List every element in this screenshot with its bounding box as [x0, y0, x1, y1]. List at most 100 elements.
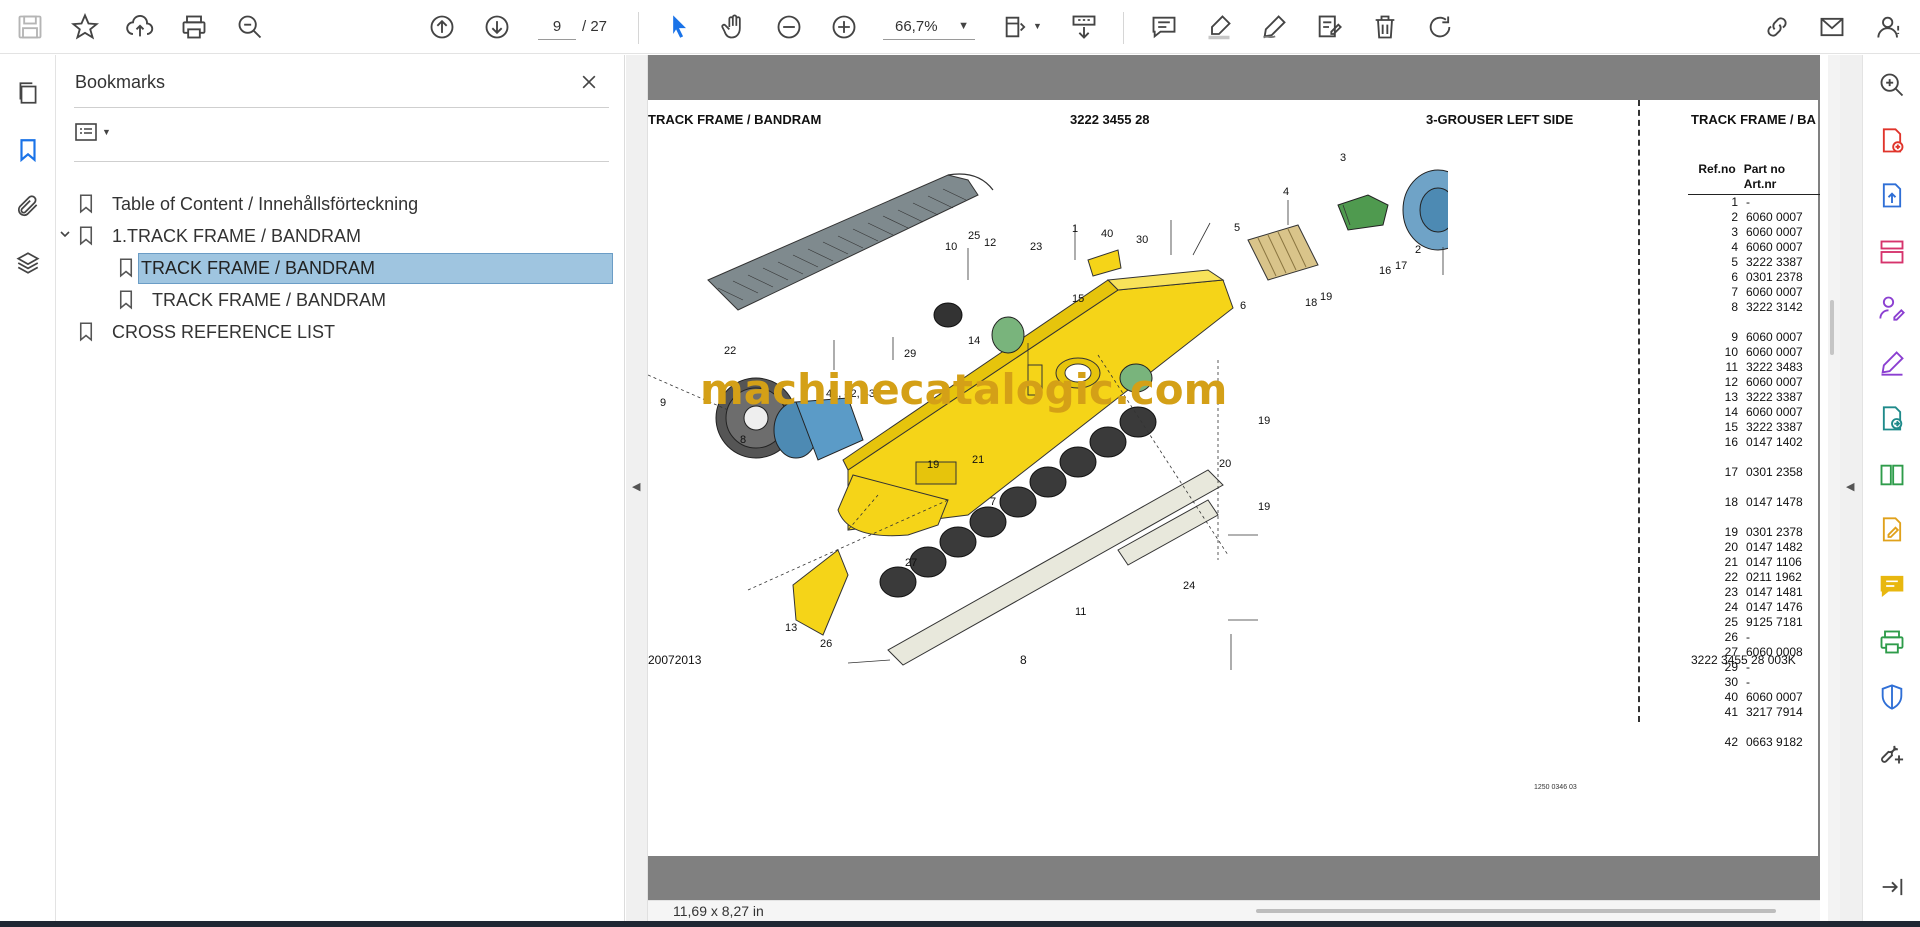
combine-files-icon[interactable]: [1875, 402, 1909, 436]
upload-icon[interactable]: [122, 9, 158, 45]
hand-icon[interactable]: [716, 9, 752, 45]
horizontal-scrollbar[interactable]: [1256, 909, 1776, 913]
zoom-search-icon[interactable]: [1875, 68, 1909, 102]
main-toolbar: / 27 66,7% ▼ ▼: [0, 0, 1920, 54]
search-zoom-icon[interactable]: [232, 9, 268, 45]
part-cell: 3222 3387: [1746, 420, 1803, 434]
ref-cell: 22: [1724, 570, 1738, 584]
callout-label: 6: [1240, 300, 1247, 312]
divider: [74, 107, 609, 108]
idler-illustration: [1402, 169, 1448, 251]
page-up-icon[interactable]: [424, 9, 460, 45]
fill-sign-icon[interactable]: [1311, 9, 1347, 45]
table-row: 10 6060 0007: [1688, 345, 1820, 360]
close-icon[interactable]: [575, 68, 603, 96]
zoom-select[interactable]: 66,7% ▼: [883, 14, 975, 40]
page-down-icon[interactable]: [479, 9, 515, 45]
save-icon[interactable]: [12, 9, 48, 45]
print-icon[interactable]: [176, 9, 212, 45]
draw-icon[interactable]: [1256, 9, 1292, 45]
print-production-icon[interactable]: [1875, 625, 1909, 659]
page-fit-icon[interactable]: [998, 9, 1034, 45]
attachment-icon[interactable]: [10, 188, 46, 224]
mail-icon[interactable]: [1814, 9, 1850, 45]
create-pdf-icon[interactable]: [1875, 124, 1909, 158]
select-icon[interactable]: [661, 9, 697, 45]
comment-icon[interactable]: [1875, 569, 1909, 603]
expand-panel-icon[interactable]: [1875, 870, 1909, 904]
bookmark-options-button[interactable]: ▼: [74, 117, 122, 147]
chevron-down-icon: ▼: [102, 127, 111, 137]
callout-label: 12: [984, 237, 997, 249]
bookmark-icon: [116, 287, 136, 313]
bookmark-label: 1.TRACK FRAME / BANDRAM: [112, 225, 362, 246]
callout-label: 19: [1320, 291, 1333, 303]
share-link-icon[interactable]: [1759, 9, 1795, 45]
part-cell: 0211 1962: [1746, 570, 1802, 584]
callout-label: 14: [968, 335, 981, 347]
protect-icon[interactable]: [1875, 680, 1909, 714]
delete-icon[interactable]: [1367, 9, 1403, 45]
chevron-down-icon[interactable]: ▼: [1033, 21, 1042, 31]
document-viewport[interactable]: TRACK FRAME / BANDRAM 3222 3455 28 3-GRO…: [648, 55, 1820, 900]
panel-title: Bookmarks: [75, 72, 166, 92]
part-cell: 3222 3483: [1746, 360, 1803, 374]
chevron-down-icon[interactable]: [56, 225, 74, 243]
left-navigation-rail: [0, 55, 56, 921]
scroll-mode-icon[interactable]: [1066, 9, 1102, 45]
highlight-icon[interactable]: [1201, 9, 1237, 45]
divider: [74, 161, 609, 162]
pages-icon[interactable]: [10, 75, 46, 111]
table-row: 20 0147 1482: [1688, 540, 1820, 555]
request-signature-icon[interactable]: [1875, 291, 1909, 325]
page-number-input[interactable]: [538, 14, 576, 40]
bookmark-item[interactable]: Table of Content / Innehållsförteckning: [76, 186, 420, 222]
bookmark-item[interactable]: 1.TRACK FRAME / BANDRAM: [76, 218, 363, 254]
compare-icon[interactable]: [1875, 458, 1909, 492]
ref-cell: 16: [1724, 435, 1738, 449]
bookmark-item[interactable]: TRACK FRAME / BANDRAM: [116, 282, 388, 318]
collapse-left-panel-button[interactable]: ◀: [626, 55, 648, 921]
part-cell: 0147 1106: [1746, 555, 1802, 569]
layers-icon[interactable]: [10, 245, 46, 281]
collapse-right-panel-button[interactable]: ◀: [1840, 55, 1862, 921]
export-pdf-icon[interactable]: [1875, 179, 1909, 213]
vertical-scrollbar[interactable]: [1828, 55, 1840, 921]
star-icon[interactable]: [67, 9, 103, 45]
table-row: 12 6060 0007: [1688, 375, 1820, 390]
ref-cell: 8: [1731, 300, 1738, 314]
table-row: 25 9125 7181: [1688, 615, 1820, 630]
roller-illustration: [933, 302, 963, 328]
bookmark-item[interactable]: CROSS REFERENCE LIST: [76, 314, 337, 350]
callout-label: 8: [740, 434, 747, 446]
comment-icon[interactable]: [1146, 9, 1182, 45]
scrollbar-thumb[interactable]: [1830, 300, 1834, 355]
edit-pdf-icon[interactable]: [1875, 513, 1909, 547]
part-cell: 0147 1402: [1746, 435, 1803, 449]
ref-cell: 23: [1724, 585, 1738, 599]
fill-sign-icon[interactable]: [1875, 346, 1909, 380]
zoom-in-icon[interactable]: [826, 9, 862, 45]
more-tools-icon[interactable]: [1875, 736, 1909, 770]
ref-cell: 15: [1724, 420, 1738, 434]
zoom-out-icon[interactable]: [771, 9, 807, 45]
table-row: 17 0301 2358: [1688, 465, 1820, 480]
callout-label: 21: [972, 454, 985, 466]
page-separator: [1638, 100, 1640, 722]
tools-rail: [1862, 55, 1920, 921]
column-header: Part no Art.nr: [1744, 162, 1820, 192]
callout-label: 19: [927, 459, 940, 471]
ref-cell: 42: [1724, 735, 1738, 749]
account-icon[interactable]: [1872, 9, 1908, 45]
part-cell: -: [1746, 195, 1750, 209]
part-cell: 3217 7914: [1746, 705, 1803, 719]
tension-spring-illustration: [1247, 224, 1319, 281]
ref-cell: 3: [1731, 225, 1738, 239]
organize-pages-icon[interactable]: [1875, 235, 1909, 269]
rotate-icon[interactable]: [1422, 9, 1458, 45]
bookmark-icon[interactable]: [10, 132, 46, 168]
column-header-line: Part no: [1743, 162, 1786, 176]
bookmark-item-selected[interactable]: TRACK FRAME / BANDRAM: [116, 250, 613, 286]
page-size-label: 11,69 x 8,27 in: [673, 903, 764, 919]
part-cell: 3222 3387: [1746, 255, 1803, 269]
